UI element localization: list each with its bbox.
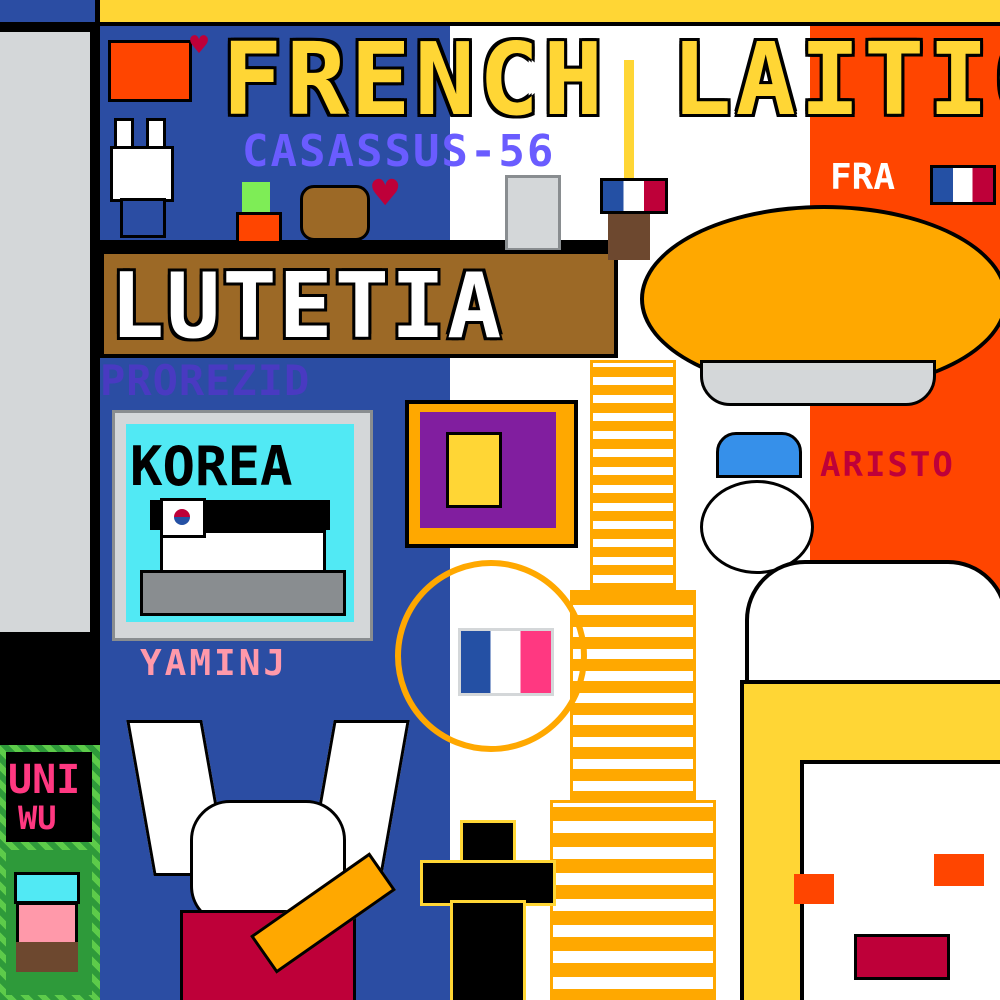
flag-badge-ring [395, 560, 587, 752]
beard [16, 942, 78, 972]
left-portrait [6, 850, 92, 995]
pixel-canvas: UNI WU FRENCH LAITICE ♥ CASASSUS-56 ♥ LU… [0, 0, 1000, 1000]
hat-icon [14, 872, 80, 904]
korea-label: KOREA [130, 435, 293, 498]
pro-tag: PROREZID [100, 356, 311, 405]
bunny-icon [110, 118, 180, 238]
cheek-left [794, 874, 834, 904]
blimp-flag-icon [600, 178, 668, 214]
chess-piece-icon [420, 820, 556, 1000]
flag-icon [930, 165, 996, 205]
bear-icon [300, 185, 370, 241]
creature-icon [446, 432, 502, 508]
creature-painting [420, 412, 556, 528]
fra-tag: FRA [830, 157, 896, 198]
blimp-icon [700, 360, 936, 406]
character-hat [745, 560, 1000, 698]
left-blue-top [0, 0, 95, 22]
cheek-right [934, 854, 984, 886]
side-text-bottom: WU [18, 799, 57, 837]
character-face [794, 760, 1000, 1000]
plant-icon [232, 182, 282, 244]
side-text-top: UNI [8, 757, 81, 803]
korea-flag-icon [160, 498, 206, 538]
lutetia-title: LUTETIA [110, 254, 504, 359]
robot-icon [505, 175, 561, 251]
flag-icon [108, 40, 192, 102]
heart-icon: ♥ [372, 168, 399, 219]
korea-tag: YAMINJ [140, 643, 289, 684]
artist-tag: ARISTO [820, 445, 955, 485]
left-grey-panel [0, 32, 90, 632]
heart-icon: ♥ [190, 28, 209, 63]
cap-icon [716, 432, 802, 478]
mouth [854, 934, 950, 980]
